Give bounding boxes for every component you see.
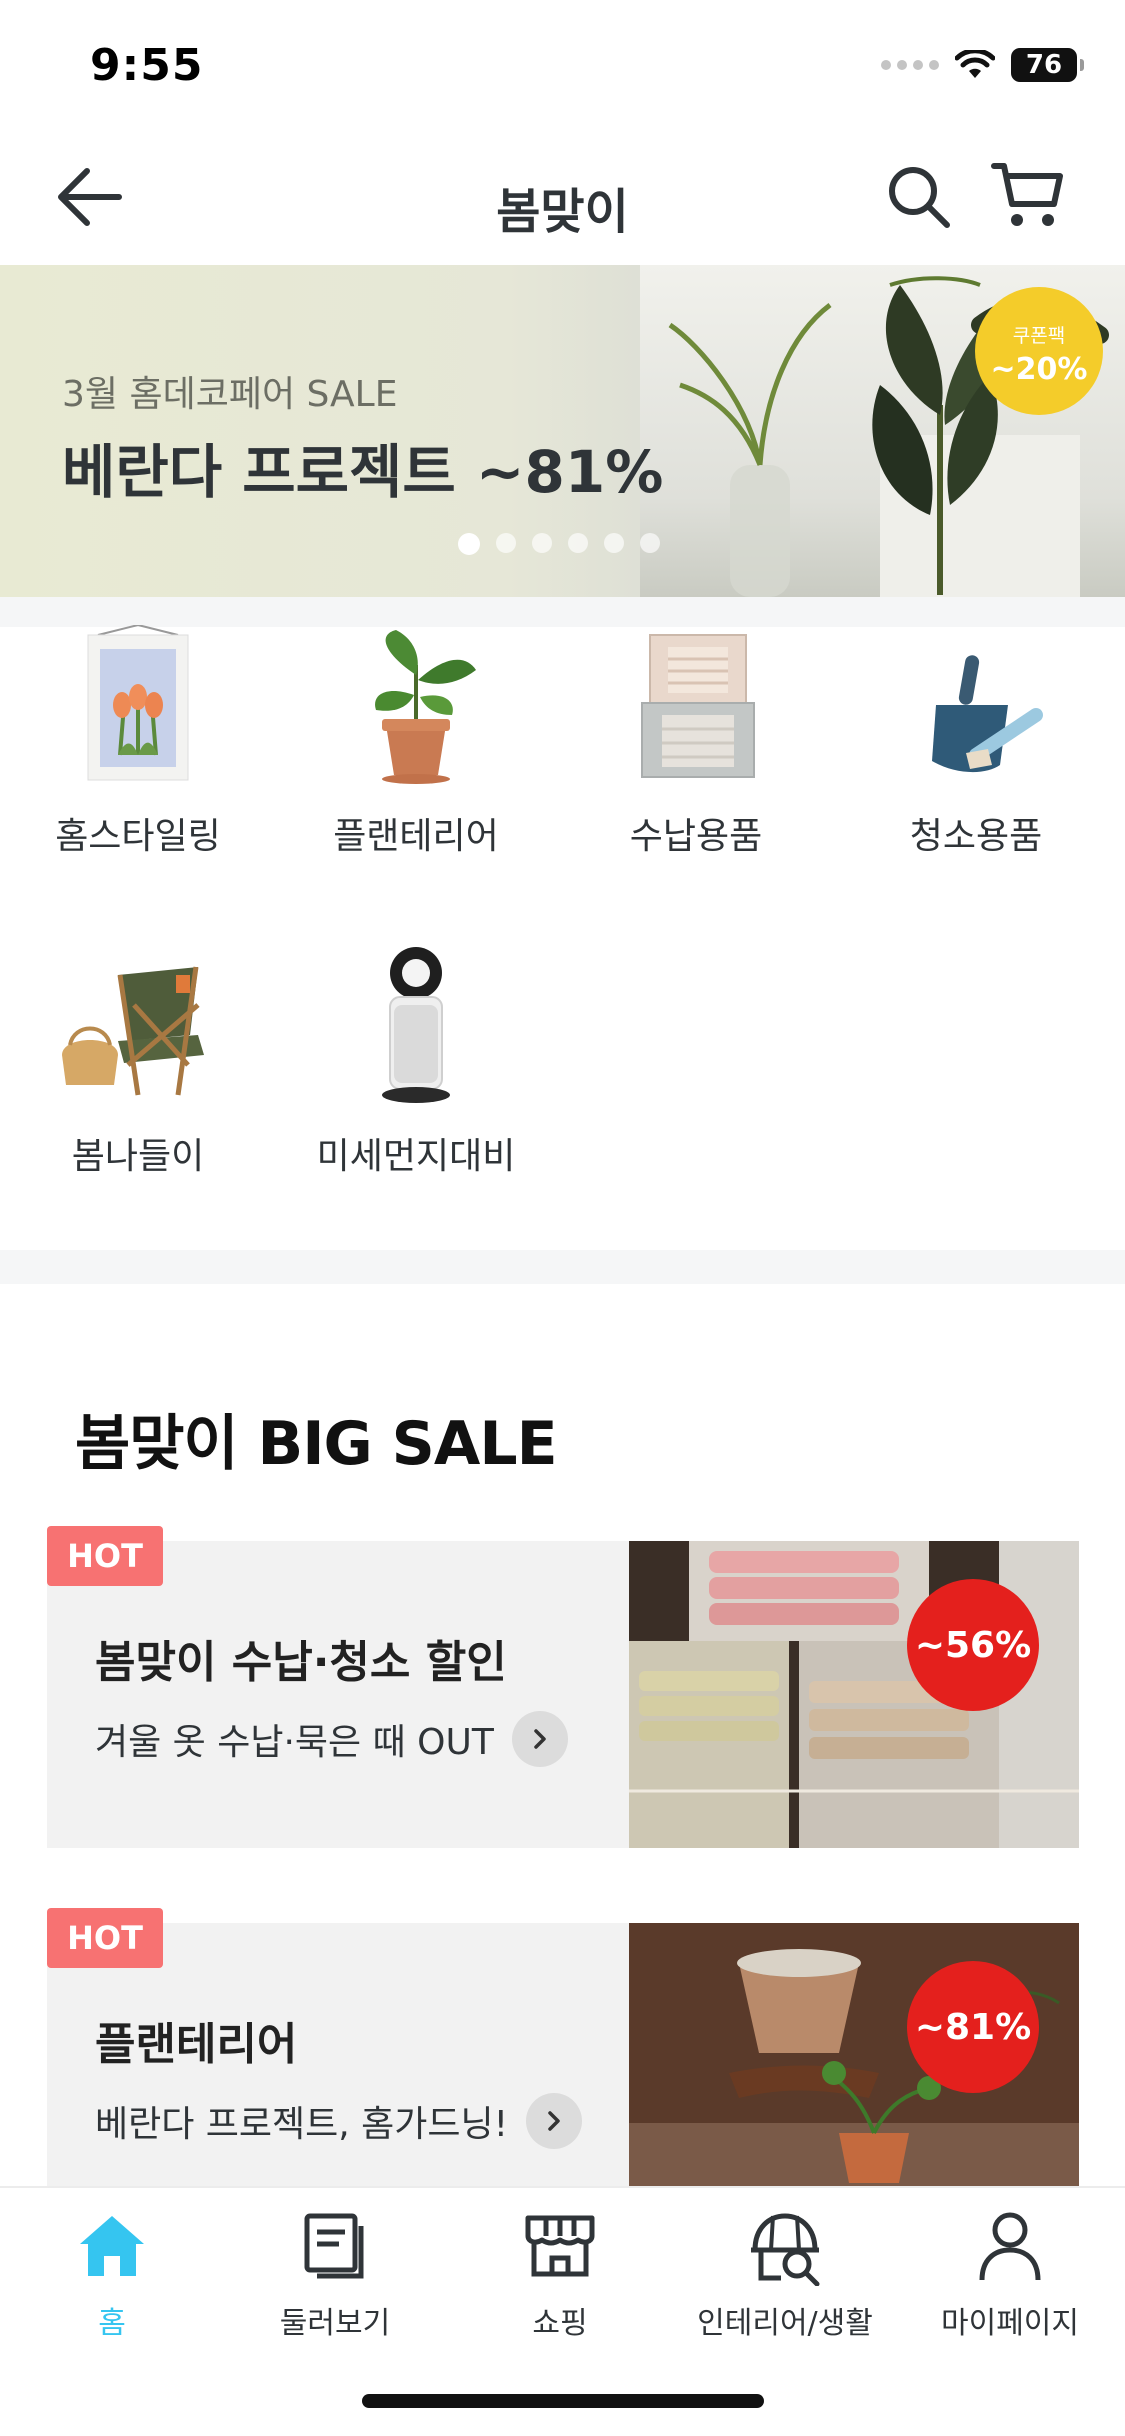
- nav-label: 인테리어/생활: [697, 2306, 873, 2341]
- promo-card-text: 플랜테리어 베란다 프로젝트, 홈가드닝!: [47, 1923, 629, 2230]
- search-icon: [889, 167, 950, 228]
- nav-item-my-page[interactable]: 마이페이지: [900, 2206, 1120, 2342]
- camping-chair-icon: [58, 945, 218, 1105]
- discount-badge: ~56%: [907, 1579, 1039, 1711]
- promo-card-title: 플랜테리어: [95, 2019, 298, 2070]
- nav-item-home[interactable]: 홈: [2, 2206, 222, 2342]
- chevron-right-icon[interactable]: [526, 2093, 583, 2149]
- section-divider: [0, 597, 1125, 627]
- shop-icon: [520, 2206, 600, 2286]
- battery-icon: 76: [1011, 48, 1084, 82]
- promo-card-subtitle-row: 겨울 옷 수납·묵은 때 OUT: [95, 1711, 568, 1767]
- dustpan-brush-icon: [896, 625, 1056, 785]
- wall-tapestry-icon: [58, 623, 218, 785]
- nav-label: 둘러보기: [279, 2306, 391, 2341]
- chevron-right-icon[interactable]: [511, 1711, 568, 1767]
- hot-badge: HOT: [47, 1526, 163, 1586]
- nav-label: 쇼핑: [532, 2306, 588, 2341]
- promo-card-title: 봄맞이 수납·청소 할인: [95, 1637, 507, 1688]
- promo-card-subtitle: 겨울 옷 수납·묵은 때 OUT: [95, 1722, 494, 1763]
- coupon-value: ~20%: [990, 352, 1088, 387]
- carousel-indicator: [458, 533, 660, 555]
- discount-badge: ~81%: [907, 1961, 1039, 2093]
- coupon-label: 쿠폰팩: [1012, 325, 1066, 347]
- category-fine-dust[interactable]: 미세먼지대비: [316, 945, 516, 1179]
- promo-card-subtitle-row: 베란다 프로젝트, 홈가드닝!: [95, 2093, 583, 2149]
- home-icon: [72, 2206, 152, 2286]
- nav-item-browse[interactable]: 둘러보기: [225, 2206, 445, 2342]
- nav-item-shop[interactable]: 쇼핑: [450, 2206, 670, 2342]
- nav-label: 마이페이지: [941, 2306, 1079, 2341]
- cart-button[interactable]: [990, 160, 1066, 232]
- storage-box-icon: [616, 625, 776, 785]
- page-title: 봄맞이: [496, 184, 629, 240]
- wifi-icon: [955, 50, 995, 78]
- promo-card-subtitle: 베란다 프로젝트, 홈가드닝!: [95, 2104, 509, 2145]
- big-sale-title: 봄맞이 BIG SALE: [75, 1409, 558, 1479]
- promo-banner[interactable]: 3월 홈데코페어 SALE 베란다 프로젝트 ~81% 쿠폰팩 ~20%: [0, 265, 1125, 597]
- category-cleaning[interactable]: 청소용품: [876, 625, 1076, 859]
- coupon-badge: 쿠폰팩 ~20%: [975, 287, 1103, 415]
- interior-life-icon: [745, 2206, 825, 2287]
- promo-card-text: 봄맞이 수납·청소 할인 겨울 옷 수납·묵은 때 OUT: [47, 1541, 629, 1848]
- nav-label: 홈: [98, 2306, 126, 2341]
- carousel-dot[interactable]: [568, 533, 588, 553]
- app-header: 봄맞이: [0, 130, 1125, 265]
- category-label: 미세먼지대비: [316, 1136, 516, 1177]
- air-purifier-icon: [336, 945, 496, 1105]
- potted-plant-icon: [336, 625, 496, 785]
- status-indicators: 76: [881, 48, 1084, 82]
- category-label: 봄나들이: [71, 1136, 205, 1177]
- category-storage[interactable]: 수납용품: [596, 625, 796, 859]
- battery-level: 76: [1025, 50, 1063, 80]
- banner-title: 베란다 프로젝트 ~81%: [62, 438, 664, 506]
- home-indicator: [362, 2394, 764, 2408]
- category-label: 수납용품: [629, 816, 763, 857]
- cellular-signal-icon: [881, 60, 939, 70]
- profile-icon: [970, 2206, 1050, 2286]
- promo-card-planterior[interactable]: 플랜테리어 베란다 프로젝트, 홈가드닝! ~81%: [47, 1923, 1079, 2230]
- cart-icon: [991, 163, 1063, 226]
- promo-card-photo: ~81%: [629, 1923, 1079, 2230]
- banner-subtitle: 3월 홈데코페어 SALE: [62, 374, 398, 415]
- nav-item-interior-life[interactable]: 인테리어/생활: [675, 2206, 895, 2342]
- carousel-dot[interactable]: [458, 533, 480, 555]
- carousel-dot[interactable]: [496, 533, 516, 553]
- category-home-styling[interactable]: 홈스타일링: [38, 623, 238, 859]
- category-planterior[interactable]: 플랜테리어: [316, 625, 516, 859]
- search-button[interactable]: [885, 163, 953, 231]
- promo-card-storage-cleaning[interactable]: 봄맞이 수납·청소 할인 겨울 옷 수납·묵은 때 OUT ~56%: [47, 1541, 1079, 1848]
- category-label: 홈스타일링: [55, 816, 221, 857]
- carousel-dot[interactable]: [532, 533, 552, 553]
- category-spring-outing[interactable]: 봄나들이: [38, 945, 238, 1179]
- status-bar: 9:55 76: [0, 0, 1125, 130]
- carousel-dot[interactable]: [640, 533, 660, 553]
- carousel-dot[interactable]: [604, 533, 624, 553]
- status-time: 9:55: [90, 40, 204, 91]
- section-divider: [0, 1250, 1125, 1284]
- hot-badge: HOT: [47, 1908, 163, 1968]
- category-label: 청소용품: [909, 816, 1043, 857]
- browse-icon: [295, 2206, 375, 2286]
- promo-card-photo: ~56%: [629, 1541, 1079, 1848]
- category-label: 플랜테리어: [333, 816, 499, 857]
